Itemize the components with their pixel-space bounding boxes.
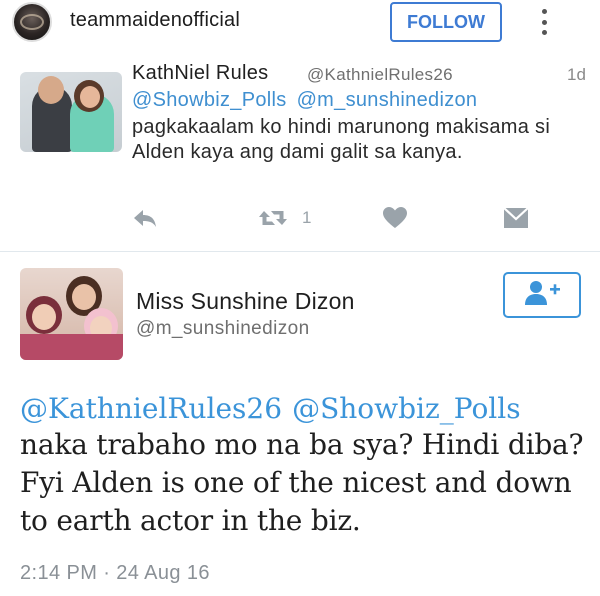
tweet-actions: 1 bbox=[0, 204, 600, 234]
retweet-count: 1 bbox=[302, 208, 312, 227]
follow-button[interactable]: FOLLOW bbox=[390, 2, 502, 42]
retweet-button[interactable]: 1 bbox=[258, 204, 311, 232]
tweet-mentions: @Showbiz_Polls @m_sunshinedizon bbox=[132, 89, 487, 112]
follow-user-button[interactable] bbox=[503, 272, 581, 318]
mention-link[interactable]: @KathnielRules26 bbox=[20, 392, 282, 425]
retweet-icon bbox=[258, 207, 288, 229]
reply-icon[interactable] bbox=[132, 204, 158, 232]
message-icon[interactable] bbox=[503, 204, 529, 232]
like-icon[interactable] bbox=[382, 204, 408, 232]
add-user-icon bbox=[522, 279, 562, 312]
avatar[interactable] bbox=[20, 268, 123, 360]
tweet-author-name[interactable]: Miss Sunshine Dizon bbox=[136, 288, 355, 315]
tweet-author-name[interactable]: KathNiel Rules bbox=[132, 62, 269, 85]
reply-tweet: KathNiel Rules @KathnielRules26 1d @Show… bbox=[0, 48, 600, 252]
tweet-timestamp[interactable]: 2:14 PM · 24 Aug 16 bbox=[20, 562, 210, 585]
avatar[interactable] bbox=[20, 72, 122, 152]
tweet-time: 1d bbox=[567, 65, 586, 84]
tweet-author-handle[interactable]: @m_sunshinedizon bbox=[136, 318, 310, 340]
account-avatar[interactable] bbox=[12, 2, 52, 42]
tweet-text: pagkakaalam ko hindi marunong makisama s… bbox=[132, 116, 551, 163]
more-options-icon[interactable] bbox=[538, 6, 550, 38]
mention-link[interactable]: @m_sunshinedizon bbox=[297, 89, 478, 111]
instagram-post-header: teammaidenofficial FOLLOW bbox=[0, 0, 600, 48]
tweet-author-handle[interactable]: @KathnielRules26 bbox=[307, 65, 453, 85]
account-username[interactable]: teammaidenofficial bbox=[70, 9, 240, 32]
tweet-text: naka trabaho mo na ba sya? Hindi diba? F… bbox=[20, 428, 584, 537]
mention-link[interactable]: @Showbiz_Polls bbox=[132, 89, 287, 111]
mention-link[interactable]: @Showbiz_Polls bbox=[292, 392, 521, 425]
tweet-mentions: @KathnielRules26 @Showbiz_Polls bbox=[20, 392, 531, 425]
tweet-divider bbox=[0, 251, 600, 252]
